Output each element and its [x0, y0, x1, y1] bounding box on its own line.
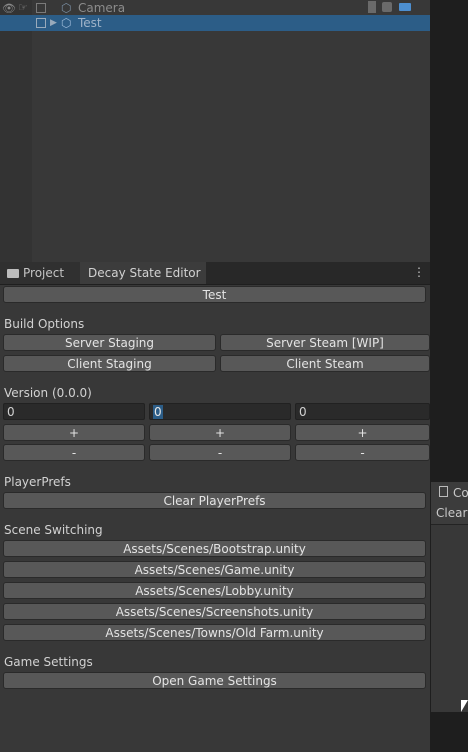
hierarchy-gutter [0, 0, 32, 262]
version-patch-increment-button[interactable]: + [295, 424, 430, 441]
gameobject-icon: ⬡ [61, 1, 72, 15]
tab-decay-state-editor[interactable]: Decay State Editor [80, 262, 206, 284]
scene-button-bootstrap[interactable]: Assets/Scenes/Bootstrap.unity [3, 540, 426, 557]
folder-icon [7, 269, 19, 278]
gameobject-icon: ⬡ [61, 16, 72, 30]
version-minor-decrement-button[interactable]: - [149, 444, 291, 461]
server-staging-button[interactable]: Server Staging [3, 334, 216, 351]
hierarchy-row-camera[interactable]: 👁 ☞ ⬡ Camera [0, 0, 430, 16]
tab-label: Project [23, 266, 65, 280]
more-options-icon[interactable]: ⋮ [413, 266, 425, 278]
version-heading: Version (0.0.0) [4, 386, 92, 400]
console-icon [439, 486, 448, 497]
console-clear-button[interactable]: Clear [436, 506, 467, 520]
version-minor-increment-button[interactable]: + [149, 424, 291, 441]
scene-button-lobby[interactable]: Assets/Scenes/Lobby.unity [3, 582, 426, 599]
mouse-cursor-icon [461, 700, 468, 712]
hierarchy-label: Camera [78, 1, 126, 15]
checkbox-icon[interactable] [36, 18, 46, 28]
expand-arrow-icon[interactable]: ▶ [50, 15, 57, 31]
version-patch-field[interactable]: 0 [295, 403, 430, 420]
hierarchy-row-test[interactable]: ▶ ⬡ Test [0, 15, 430, 31]
client-steam-button[interactable]: Client Steam [220, 355, 430, 372]
console-toolbar: Clear [431, 504, 468, 525]
server-steam-button[interactable]: Server Steam [WIP] [220, 334, 430, 351]
version-major-field[interactable]: 0 [3, 403, 145, 420]
version-minor-value: 0 [153, 405, 163, 419]
tab-label: Decay State Editor [88, 266, 201, 280]
console-tab[interactable]: Co [431, 482, 468, 504]
version-minor-field[interactable]: 0 [149, 403, 291, 420]
build-options-heading: Build Options [4, 317, 85, 331]
eye-icon[interactable]: 👁 [2, 2, 16, 15]
editor-tab-bar: Project Decay State Editor ⋮ [0, 262, 430, 285]
audio-icon [382, 2, 392, 12]
open-game-settings-button[interactable]: Open Game Settings [3, 672, 426, 689]
scene-button-old-farm[interactable]: Assets/Scenes/Towns/Old Farm.unity [3, 624, 426, 641]
pick-icon[interactable]: ☞ [18, 1, 28, 14]
script-icon [368, 1, 376, 13]
scene-button-screenshots[interactable]: Assets/Scenes/Screenshots.unity [3, 603, 426, 620]
playerprefs-heading: PlayerPrefs [4, 475, 71, 489]
checkbox-icon[interactable] [36, 3, 46, 13]
console-tab-label: Co [453, 486, 468, 500]
scene-button-game[interactable]: Assets/Scenes/Game.unity [3, 561, 426, 578]
version-major-increment-button[interactable]: + [3, 424, 145, 441]
clear-playerprefs-button[interactable]: Clear PlayerPrefs [3, 492, 426, 509]
scene-switching-heading: Scene Switching [4, 523, 103, 537]
hierarchy-label: Test [78, 16, 102, 30]
game-settings-heading: Game Settings [4, 655, 93, 669]
tab-project[interactable]: Project [0, 262, 80, 284]
client-staging-button[interactable]: Client Staging [3, 355, 216, 372]
version-patch-decrement-button[interactable]: - [295, 444, 430, 461]
version-major-decrement-button[interactable]: - [3, 444, 145, 461]
hierarchy-panel: 👁 ☞ ⬡ Camera ▶ ⬡ Test [0, 0, 430, 262]
test-button[interactable]: Test [3, 286, 426, 303]
camera-icon [399, 3, 411, 11]
